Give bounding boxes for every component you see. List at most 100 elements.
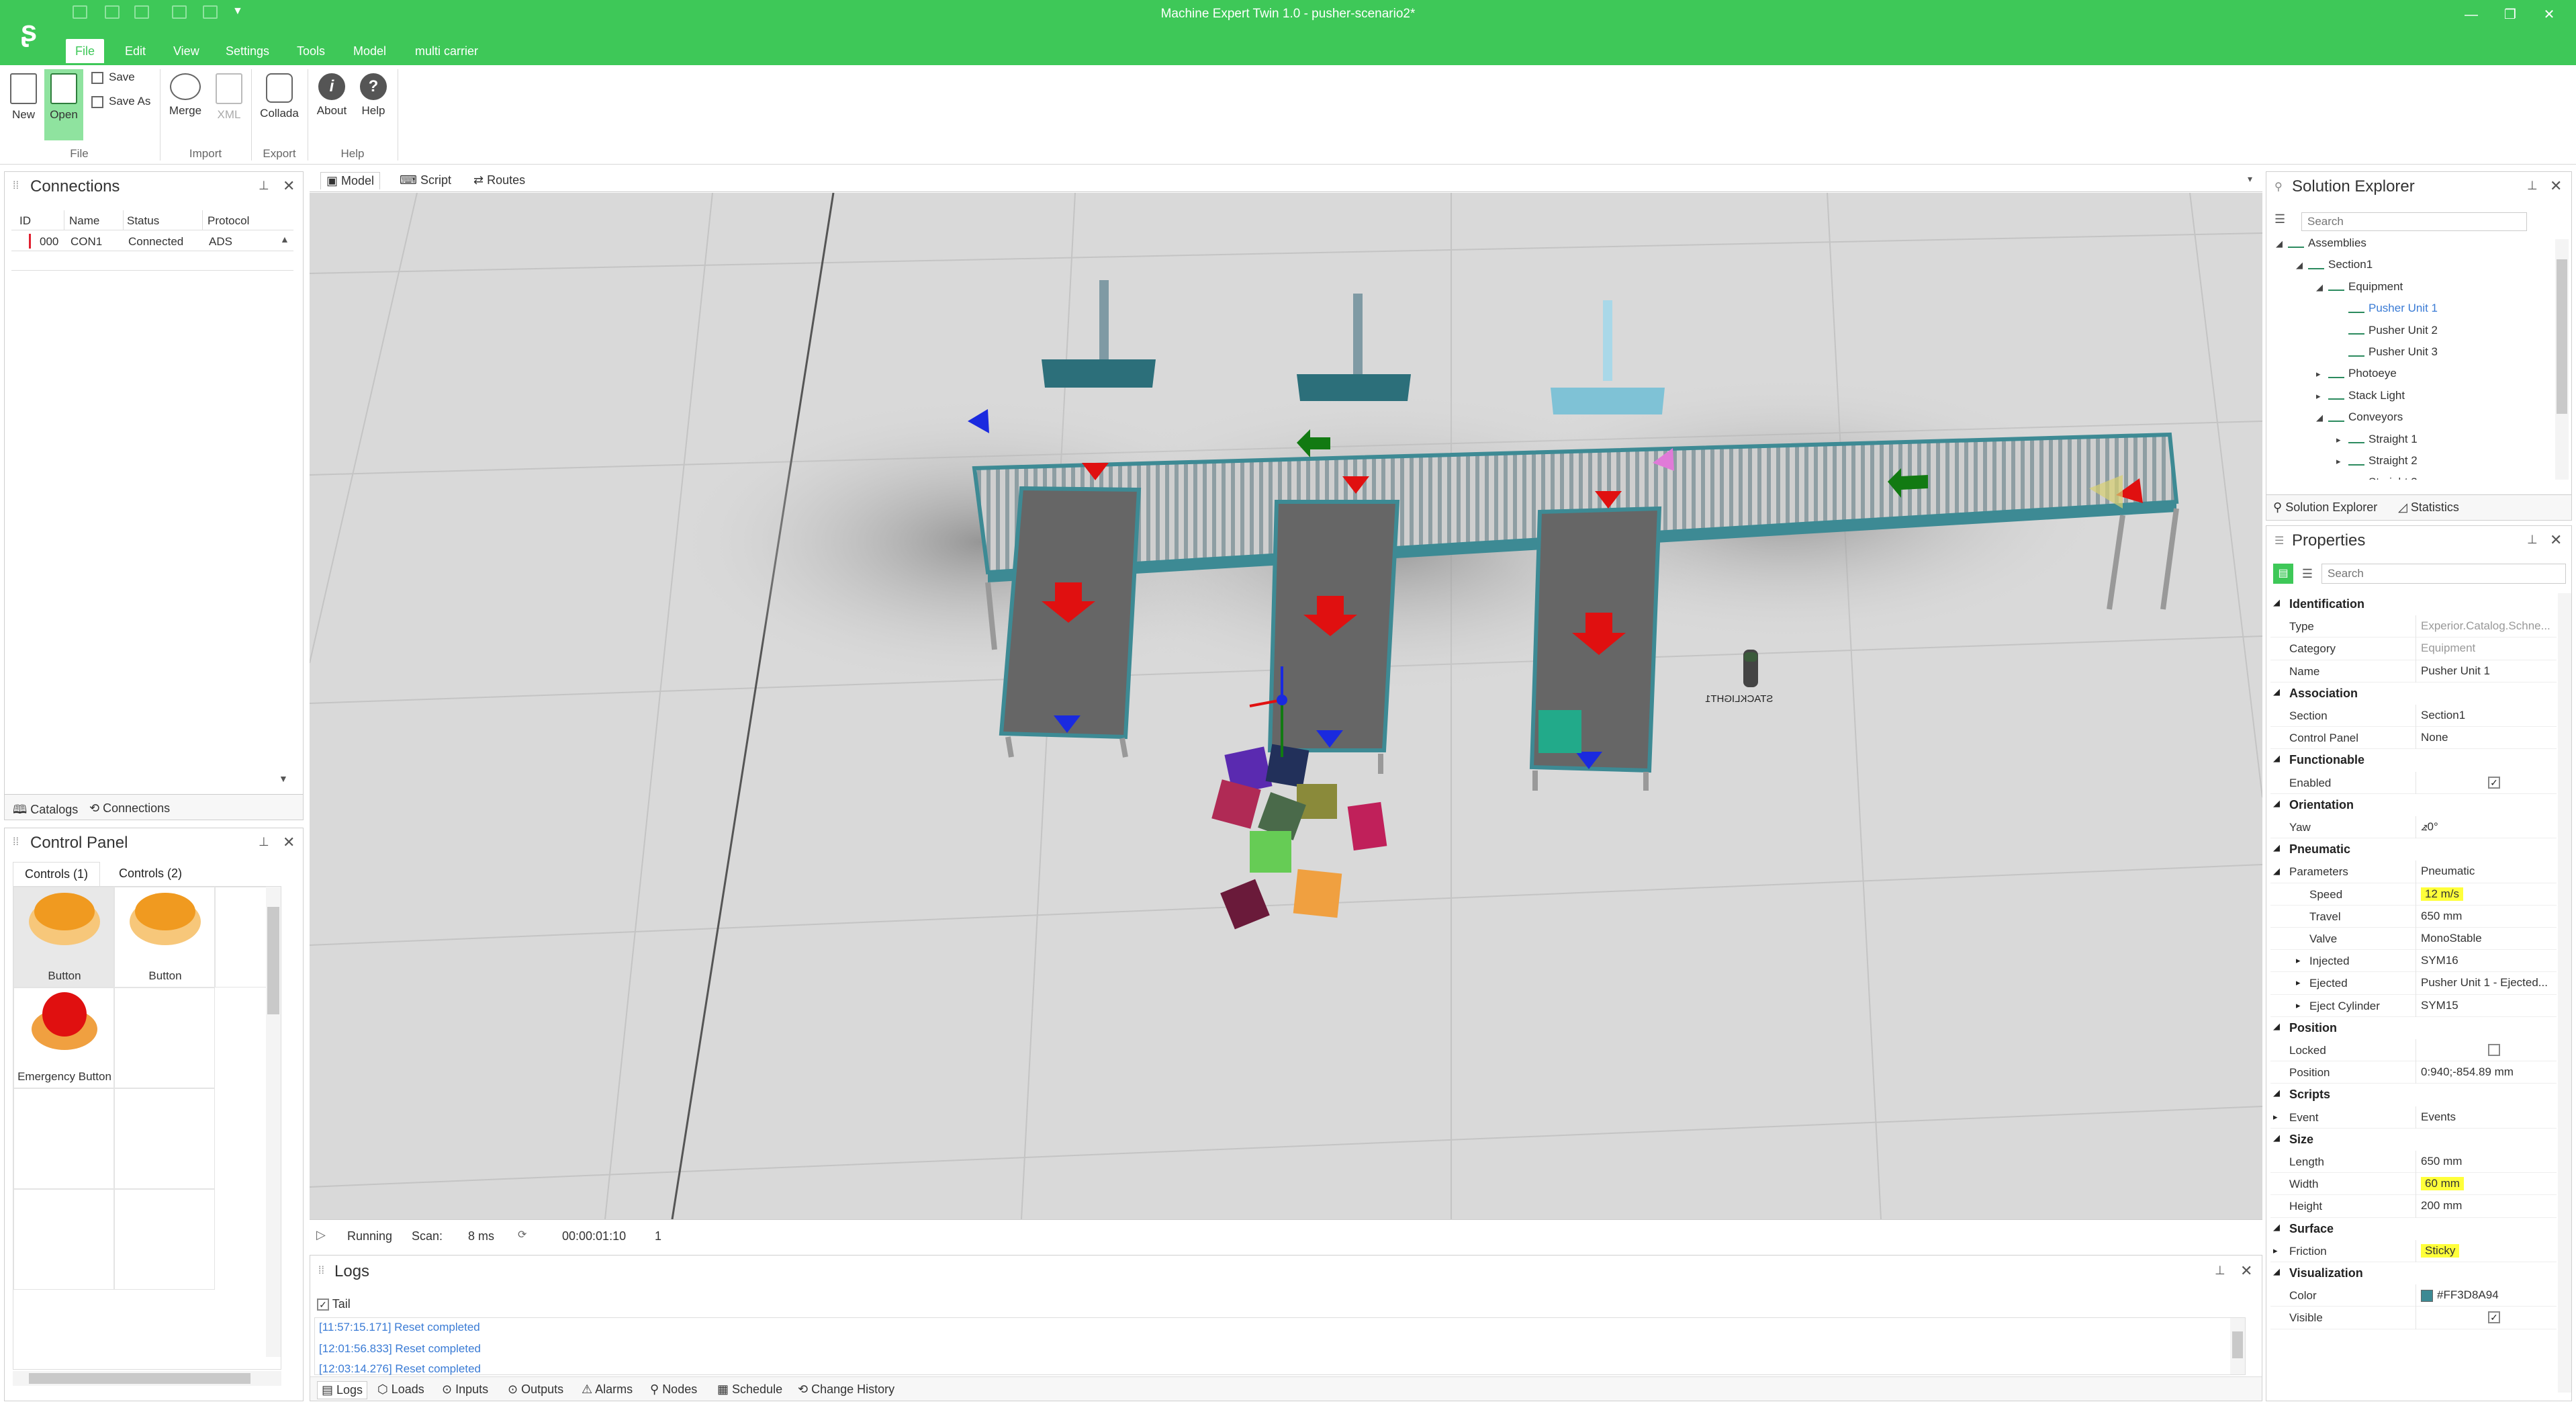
property-value[interactable]: Section1: [2421, 709, 2465, 722]
horizontal-scrollbar[interactable]: [13, 1371, 281, 1386]
tab-solution-explorer[interactable]: ⚲ Solution Explorer: [2273, 500, 2377, 515]
tab-logs[interactable]: ▤ Logs: [317, 1381, 368, 1399]
collapse-toggle-icon[interactable]: ◢: [2273, 798, 2280, 809]
expand-toggle-icon[interactable]: ◢: [2273, 866, 2280, 877]
expand-toggle-icon[interactable]: ▸: [2336, 478, 2348, 480]
expand-toggle-icon[interactable]: ▸: [2316, 391, 2328, 402]
categorized-view-icon[interactable]: ▤: [2273, 564, 2293, 584]
filter-icon[interactable]: ☰: [2274, 212, 2285, 226]
property-value[interactable]: 650 mm: [2421, 910, 2462, 923]
collapse-toggle-icon[interactable]: ◢: [2273, 1266, 2280, 1277]
menu-file[interactable]: File: [66, 39, 105, 63]
close-panel-icon[interactable]: ✕: [2550, 531, 2562, 549]
tab-model[interactable]: ▣ Model: [320, 172, 381, 189]
pin-icon[interactable]: ⊥: [259, 179, 269, 193]
tab-statistics[interactable]: ◿ Statistics: [2398, 500, 2459, 515]
close-panel-icon[interactable]: ✕: [283, 834, 295, 851]
expand-toggle-icon[interactable]: ◢: [2316, 412, 2328, 423]
explorer-search-input[interactable]: [2301, 212, 2527, 231]
collada-button[interactable]: Collada: [257, 73, 302, 120]
expand-toggle-icon[interactable]: ▸: [2296, 977, 2301, 988]
property-category[interactable]: ◢ Orientation: [2270, 794, 2557, 816]
3d-viewport[interactable]: STACKLIGHT1: [310, 193, 2262, 1219]
tree-item[interactable]: Pusher Unit 3: [2336, 345, 2438, 359]
table-row[interactable]: 000 CON1 Connected ADS ▲: [11, 231, 293, 251]
collapse-toggle-icon[interactable]: ◢: [2273, 1088, 2280, 1098]
help-button[interactable]: ? Help: [356, 73, 391, 118]
expand-toggle-icon[interactable]: ▸: [2336, 435, 2348, 445]
property-category[interactable]: ◢ Visualization: [2270, 1262, 2557, 1284]
scrollbar-thumb[interactable]: [267, 907, 279, 1014]
tab-inputs[interactable]: ⊙ Inputs: [442, 1382, 488, 1397]
menu-view[interactable]: View: [164, 39, 209, 63]
restore-icon[interactable]: ❐: [2497, 3, 2524, 27]
expand-toggle-icon[interactable]: ▸: [2273, 1245, 2278, 1256]
save-button[interactable]: Save: [91, 71, 135, 84]
menu-multi-carrier[interactable]: multi carrier: [406, 39, 488, 63]
tab-schedule[interactable]: ▦ Schedule: [717, 1382, 782, 1397]
pin-icon[interactable]: ⊥: [2215, 1264, 2225, 1278]
tree-item[interactable]: Pusher Unit 1: [2336, 302, 2438, 315]
scrollbar-thumb[interactable]: [2232, 1331, 2243, 1358]
tree-item[interactable]: ▸ Straight 3: [2336, 476, 2418, 480]
property-category[interactable]: ◢ Pneumatic: [2270, 838, 2557, 861]
vertical-scrollbar[interactable]: [2230, 1318, 2245, 1374]
property-value[interactable]: Pneumatic: [2421, 865, 2475, 878]
property-value[interactable]: 200 mm: [2421, 1199, 2462, 1213]
collapse-toggle-icon[interactable]: ◢: [2273, 1021, 2280, 1032]
close-panel-icon[interactable]: ✕: [2550, 177, 2562, 195]
play-icon[interactable]: ▷: [316, 1228, 326, 1242]
expand-toggle-icon[interactable]: ▸: [2296, 955, 2301, 966]
merge-button[interactable]: Merge: [165, 73, 205, 118]
tree-item[interactable]: ◢ Conveyors: [2316, 410, 2403, 424]
property-value[interactable]: Events: [2421, 1110, 2456, 1124]
menu-edit[interactable]: Edit: [116, 39, 155, 63]
color-swatch[interactable]: [2421, 1290, 2433, 1303]
tree-item[interactable]: Pusher Unit 2: [2336, 324, 2438, 337]
open-button[interactable]: Open: [44, 69, 83, 140]
property-category[interactable]: ◢ Identification: [2270, 593, 2557, 615]
property-category[interactable]: ◢ Size: [2270, 1129, 2557, 1151]
property-value[interactable]: 650 mm: [2421, 1155, 2462, 1168]
property-value[interactable]: Experior.Catalog.Schne...: [2421, 619, 2550, 633]
property-category[interactable]: ◢ Scripts: [2270, 1084, 2557, 1106]
tab-loads[interactable]: ⬡ Loads: [377, 1382, 424, 1397]
tree-item[interactable]: ▸ Straight 2: [2336, 454, 2418, 468]
property-category[interactable]: ◢ Position: [2270, 1017, 2557, 1039]
property-value[interactable]: SYM16: [2421, 954, 2458, 967]
tree-item[interactable]: ▸ Straight 1: [2336, 433, 2418, 446]
tab-nodes[interactable]: ⚲ Nodes: [650, 1382, 697, 1397]
vertical-scrollbar[interactable]: [266, 887, 281, 1357]
pin-icon[interactable]: ⊥: [259, 835, 269, 849]
tab-routes[interactable]: ⇄ Routes: [473, 173, 525, 187]
tab-alarms[interactable]: ⚠ Alarms: [582, 1382, 633, 1397]
property-value[interactable]: Pusher Unit 1: [2421, 664, 2490, 678]
close-window-icon[interactable]: ✕: [2536, 3, 2563, 27]
expand-toggle-icon[interactable]: ▸: [2316, 369, 2328, 380]
property-value[interactable]: 0:940;-854.89 mm: [2421, 1065, 2514, 1079]
collapse-toggle-icon[interactable]: ◢: [2273, 687, 2280, 697]
property-value[interactable]: MonoStable: [2421, 932, 2482, 945]
alphabetical-view-icon[interactable]: ☰: [2297, 564, 2317, 584]
collapse-toggle-icon[interactable]: ◢: [2273, 842, 2280, 853]
tab-controls-1[interactable]: Controls (1): [13, 862, 100, 886]
control-item[interactable]: Button: [13, 887, 114, 987]
property-value[interactable]: Equipment: [2421, 642, 2475, 655]
expand-toggle-icon[interactable]: ▸: [2273, 1112, 2278, 1123]
close-panel-icon[interactable]: ✕: [2240, 1262, 2252, 1280]
save-as-button[interactable]: Save As: [91, 95, 150, 108]
menu-settings[interactable]: Settings: [216, 39, 279, 63]
close-panel-icon[interactable]: ✕: [283, 177, 295, 195]
properties-search-input[interactable]: [2321, 564, 2566, 584]
control-item[interactable]: Emergency Button: [13, 987, 114, 1088]
property-category[interactable]: ◢ Surface: [2270, 1218, 2557, 1240]
property-value[interactable]: 12 m/s: [2421, 887, 2464, 901]
expand-toggle-icon[interactable]: ▸: [2336, 456, 2348, 467]
scrollbar-thumb[interactable]: [29, 1373, 250, 1384]
tab-connections[interactable]: ⟲ Connections: [89, 801, 170, 816]
expand-toggle-icon[interactable]: ▸: [2296, 1000, 2301, 1011]
property-category[interactable]: ◢ Functionable: [2270, 749, 2557, 771]
scroll-down-icon[interactable]: ▼: [279, 773, 288, 784]
property-value[interactable]: None: [2421, 731, 2448, 744]
tab-script[interactable]: ⌨ Script: [400, 173, 451, 187]
